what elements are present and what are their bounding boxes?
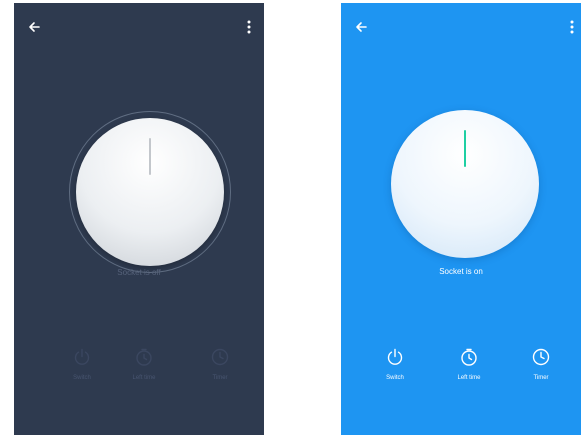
left-time-label: Left time	[132, 375, 156, 381]
control-bar: Switch Left time Timer	[14, 346, 264, 396]
left-time-control[interactable]: Left time	[117, 346, 171, 381]
switch-control[interactable]: Switch	[55, 346, 109, 381]
switch-label: Switch	[73, 375, 91, 381]
power-dial[interactable]	[391, 110, 539, 258]
more-vertical-icon	[247, 20, 251, 34]
switch-control[interactable]: Switch	[368, 346, 422, 381]
page: Socket is off Switch Left time Timer Soc…	[0, 0, 582, 436]
left-time-label: Left time	[457, 375, 481, 381]
timer-control[interactable]: Timer	[514, 346, 568, 381]
stopwatch-icon	[133, 346, 155, 368]
left-time-control[interactable]: Left time	[442, 346, 496, 381]
timer-label: Timer	[212, 375, 228, 381]
clock-icon	[530, 346, 552, 368]
dial-indicator	[464, 130, 466, 167]
more-vertical-icon	[570, 20, 574, 34]
back-arrow-icon	[356, 22, 367, 32]
socket-status-text: Socket is off	[117, 268, 161, 277]
back-arrow-icon	[29, 22, 40, 32]
socket-off-screen: Socket is off Switch Left time Timer	[14, 3, 264, 435]
switch-label: Switch	[386, 375, 404, 381]
socket-on-screen: Socket is on Switch Left time Timer	[341, 3, 581, 435]
more-menu-button[interactable]	[565, 17, 579, 37]
back-button[interactable]	[24, 17, 44, 37]
stopwatch-icon	[458, 346, 480, 368]
control-bar: Switch Left time Timer	[341, 346, 581, 396]
timer-label: Timer	[533, 375, 549, 381]
power-dial[interactable]	[76, 118, 224, 266]
dial-indicator	[149, 138, 151, 175]
more-menu-button[interactable]	[242, 17, 256, 37]
power-icon	[384, 346, 406, 368]
power-icon	[71, 346, 93, 368]
back-button[interactable]	[351, 17, 371, 37]
timer-control[interactable]: Timer	[193, 346, 247, 381]
socket-status-text: Socket is on	[439, 267, 483, 276]
clock-icon	[209, 346, 231, 368]
